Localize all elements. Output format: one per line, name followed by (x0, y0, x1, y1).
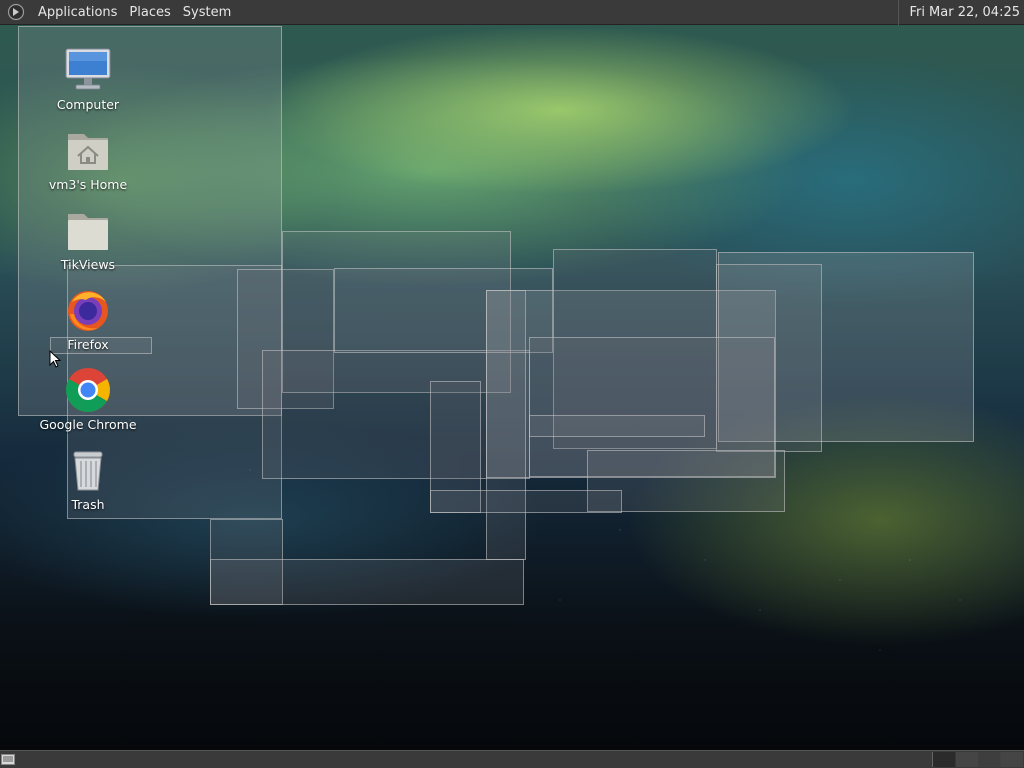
workspace-switcher[interactable] (932, 752, 1023, 767)
show-desktop-icon[interactable] (1, 753, 15, 766)
folder-icon (68, 214, 108, 250)
ghost-window (529, 415, 705, 437)
top-panel: Applications Places System Fri Mar 22, 0… (0, 0, 1024, 25)
desktop-icon-label: Firefox (67, 337, 109, 352)
desktop-icon-label: Computer (56, 97, 120, 112)
firefox-icon (68, 291, 108, 331)
desktop-icon-trash[interactable]: Trash (33, 446, 143, 512)
distro-logo-icon[interactable] (6, 2, 26, 22)
mouse-pointer-icon (49, 350, 61, 368)
desktop-icon-computer[interactable]: Computer (33, 46, 143, 112)
desktop-icon-label: TikViews (60, 257, 116, 272)
ghost-window (430, 490, 622, 513)
desktop-icon-label: Trash (71, 497, 105, 512)
computer-icon (65, 48, 111, 90)
bottom-panel (0, 750, 1024, 768)
desktop-icon-label: Google Chrome (39, 417, 137, 432)
home-folder-icon (68, 134, 108, 170)
chrome-icon (66, 368, 110, 412)
menu-places[interactable]: Places (123, 0, 176, 25)
menu-system[interactable]: System (177, 0, 237, 25)
desktop-icon-chrome[interactable]: Google Chrome (33, 366, 143, 432)
clock[interactable]: Fri Mar 22, 04:25 (898, 0, 1020, 25)
desktop-icon-label: vm3's Home (48, 177, 128, 192)
desktop-icon-firefox[interactable]: Firefox (33, 286, 143, 352)
desktop[interactable]: Applications Places System Fri Mar 22, 0… (0, 0, 1024, 768)
desktop-icon-home[interactable]: vm3's Home (33, 126, 143, 192)
menu-applications[interactable]: Applications (32, 0, 123, 25)
ghost-window (210, 559, 524, 605)
desktop-icon-tikviews[interactable]: TikViews (33, 206, 143, 272)
trash-icon (73, 451, 103, 491)
